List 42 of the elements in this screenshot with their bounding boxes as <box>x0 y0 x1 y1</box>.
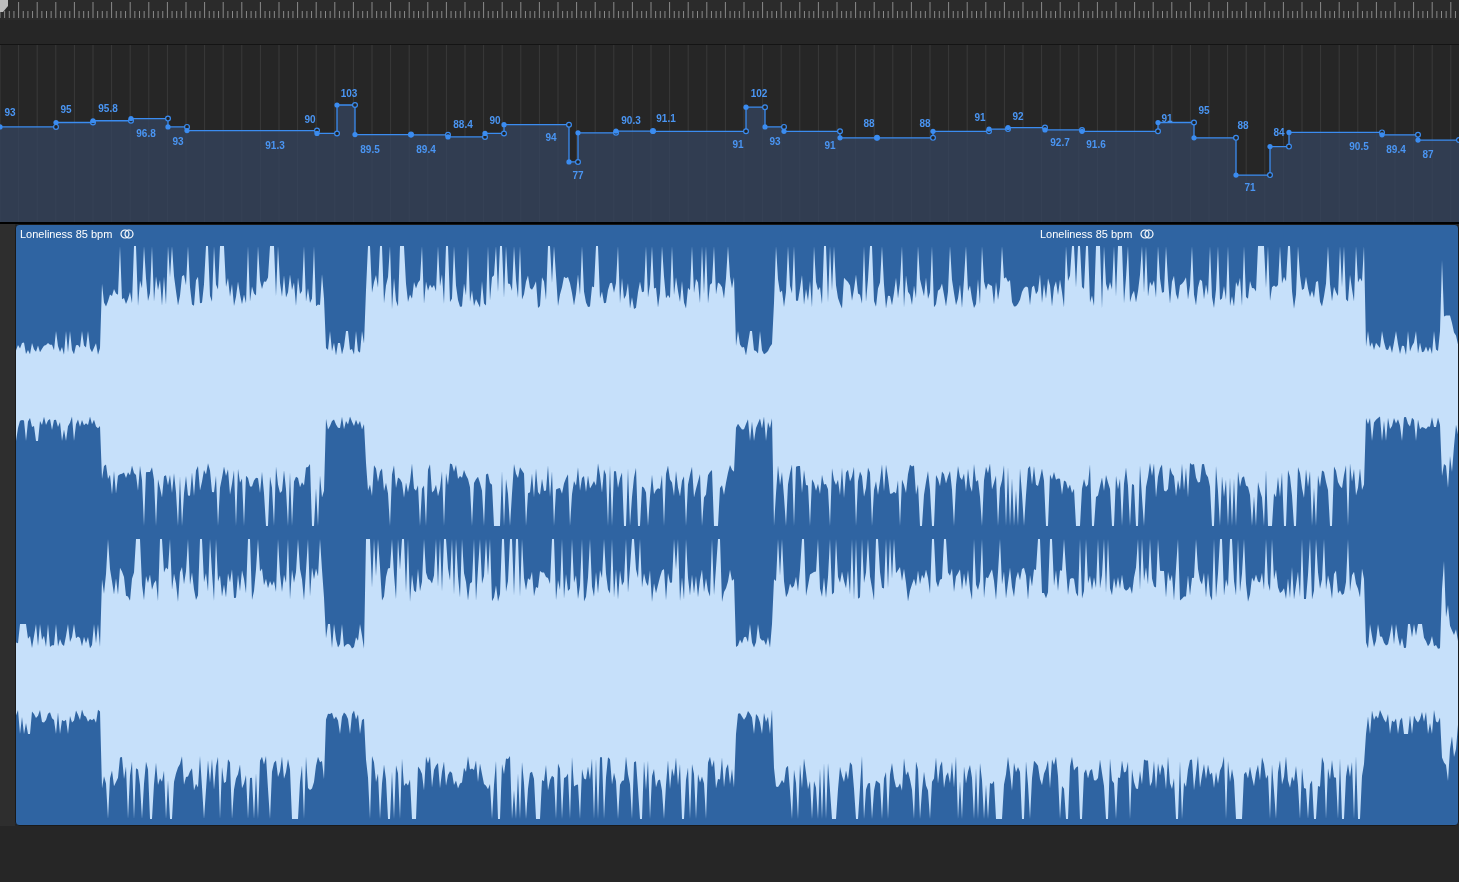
tempo-label: 88 <box>919 118 931 129</box>
tempo-label: 96.8 <box>136 128 156 139</box>
tempo-label: 89.4 <box>416 144 436 155</box>
region-name: Loneliness 85 bpm <box>1040 226 1133 242</box>
tempo-label: 71 <box>1244 182 1256 193</box>
tempo-label: 93 <box>769 136 781 147</box>
tempo-label: 89.4 <box>1386 144 1406 155</box>
tempo-label: 103 <box>340 88 358 99</box>
tempo-label: 84 <box>1273 127 1285 138</box>
tempo-label: 88 <box>863 118 875 129</box>
tempo-label: 92.7 <box>1050 137 1070 148</box>
tempo-label: 91 <box>1161 113 1173 124</box>
playhead-marker[interactable] <box>0 0 8 12</box>
tempo-label: 89.5 <box>360 144 380 155</box>
tempo-label: 91 <box>824 140 836 151</box>
tempo-label: 92 <box>1012 111 1024 122</box>
tempo-curve[interactable] <box>0 102 1459 179</box>
tempo-label: 90.3 <box>621 115 641 126</box>
region-name: Loneliness 85 bpm <box>20 226 113 242</box>
tempo-label: 95 <box>60 104 72 115</box>
tempo-label: 91.6 <box>1086 139 1106 150</box>
loop-icon <box>1140 229 1155 239</box>
tempo-label: 87 <box>1422 149 1434 160</box>
tempo-label: 90 <box>489 115 501 126</box>
audio-region[interactable]: Loneliness 85 bpm Loneliness 85 bpm <box>15 224 1459 826</box>
tempo-label: 94 <box>545 132 557 143</box>
tempo-label: 93 <box>172 136 184 147</box>
timeline-ruler[interactable] <box>0 0 1459 20</box>
tempo-label: 102 <box>750 88 768 99</box>
tempo-label: 91 <box>732 139 744 150</box>
loop-icon <box>120 229 135 239</box>
tempo-label: 90.5 <box>1349 141 1369 152</box>
tempo-label: 95.8 <box>98 103 118 114</box>
tempo-label: 91.1 <box>656 113 676 124</box>
tempo-label: 88 <box>1237 120 1249 131</box>
tempo-label: 93 <box>4 107 16 118</box>
tempo-label: 90 <box>304 114 316 125</box>
tempo-label: 91.3 <box>265 140 285 151</box>
tempo-label: 95 <box>1198 105 1210 116</box>
tempo-label: 77 <box>572 170 584 181</box>
tempo-label: 88.4 <box>453 119 473 130</box>
tempo-label: 91 <box>974 112 986 123</box>
